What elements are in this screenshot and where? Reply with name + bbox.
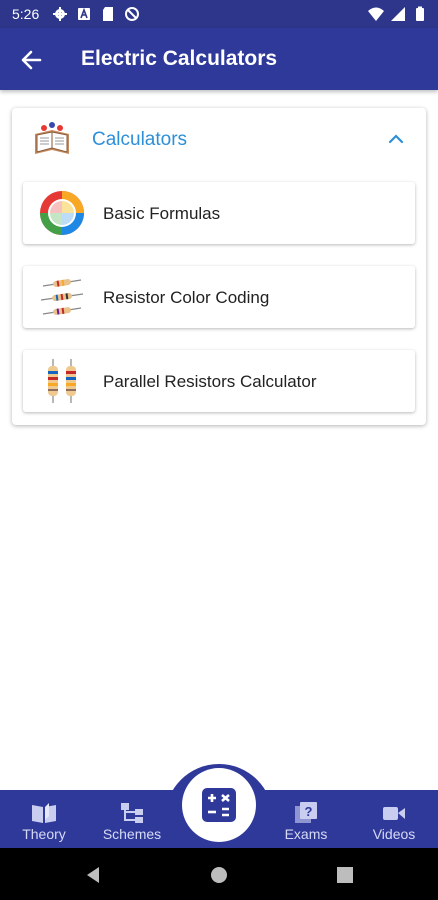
status-right-icons [368,6,428,22]
formula-wheel-icon [40,191,84,235]
item-label: Parallel Resistors Calculator [103,372,317,391]
calculator-fab-button[interactable] [182,768,256,842]
status-left-icons [52,6,140,22]
quiz-icon: ? [295,802,317,823]
nav-item-theory[interactable]: Theory [4,796,84,846]
arrow-left-icon [21,50,42,70]
calculators-section-card: Calculators Basic Formulas Resistor Colo… [12,108,426,425]
resistors-icon [40,279,84,315]
scheme-icon [121,803,143,823]
wifi-icon [368,7,384,21]
list-item-resistor-color-coding[interactable]: Resistor Color Coding [23,266,415,328]
system-back-icon[interactable] [82,864,104,886]
video-icon [383,807,405,820]
nav-label: Videos [372,826,416,842]
a-badge-icon [78,7,90,20]
book-icon [32,803,56,823]
app-bar: Electric Calculators [0,28,438,90]
list-item-basic-formulas[interactable]: Basic Formulas [23,182,415,244]
nav-item-videos[interactable]: Videos [354,796,434,846]
nav-item-schemes[interactable]: Schemes [92,796,172,846]
system-home-icon[interactable] [208,864,230,886]
gear-icon [53,7,67,21]
system-recents-icon[interactable] [334,864,356,886]
item-label: Resistor Color Coding [103,288,270,307]
nav-label: Schemes [102,826,162,842]
signal-icon [391,7,405,21]
calculators-section-header[interactable]: Calculators [12,108,426,172]
status-time: 5:26 [12,6,40,22]
books-icon [35,122,69,154]
nav-label: Theory [22,826,66,842]
nav-item-exams[interactable]: ? Exams [266,796,346,846]
svg-text:?: ? [305,804,313,819]
battery-icon [416,6,424,21]
section-label: Calculators [92,129,188,150]
system-navigation-bar [0,848,438,900]
nav-label: Exams [284,826,328,842]
list-item-parallel-resistors-calculator[interactable]: Parallel Resistors Calculator [23,350,415,412]
sd-card-icon [103,7,113,21]
parallel-resistors-icon [48,359,76,403]
status-bar: 5:26 [0,0,438,28]
page-title: Electric Calculators [81,47,278,70]
calculator-icon [202,788,236,822]
item-label: Basic Formulas [103,204,221,223]
back-button[interactable] [14,43,48,77]
circle-slash-icon [125,7,139,21]
chevron-up-icon[interactable] [386,129,406,149]
